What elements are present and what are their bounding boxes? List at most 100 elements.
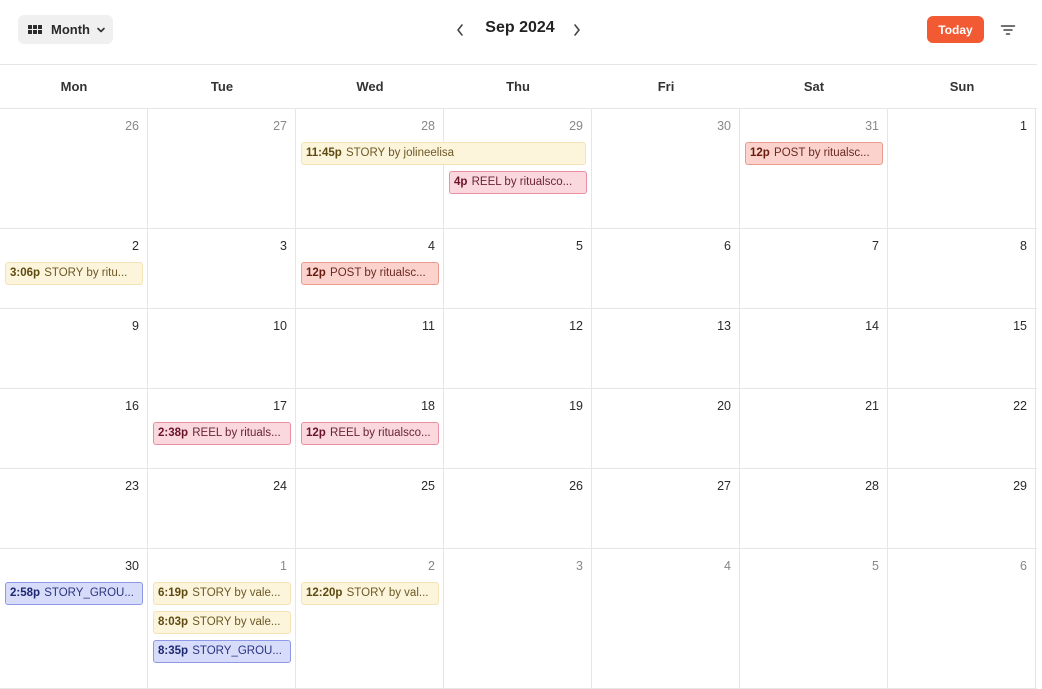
day-cell[interactable]: 30 2:58p STORY_GROU... [0,549,148,688]
event-time: 11:45p [306,147,342,159]
day-cell[interactable]: 5 [740,549,888,688]
day-cell[interactable]: 14 [740,309,888,388]
calendar-event-story[interactable]: 3:06p STORY by ritu... [5,262,143,285]
event-time: 3:06p [10,267,41,279]
previous-month-button[interactable] [452,19,468,41]
day-cell[interactable]: 20 [592,389,740,468]
day-cell[interactable]: 6 [888,549,1036,688]
day-cell[interactable]: 3 [444,549,592,688]
day-cell[interactable]: 4 [592,549,740,688]
day-number: 28 [421,119,435,133]
day-cell[interactable]: 17 2:38p REEL by rituals... [148,389,296,468]
day-cell[interactable]: 1 6:19p STORY by vale... 8:03p STORY by va… [148,549,296,688]
calendar-event-reel[interactable]: 2:38p REEL by rituals... [153,422,291,445]
day-number: 27 [273,119,287,133]
day-cell[interactable]: 26 [0,109,148,228]
weekday-header: Mon [60,79,88,94]
day-cell[interactable]: 16 [0,389,148,468]
day-cell[interactable]: 21 [740,389,888,468]
day-cell[interactable]: 8 [888,229,1036,308]
calendar-event-story[interactable]: 6:19p STORY by vale... [153,582,291,605]
day-cell[interactable]: 31 12p POST by ritualsc... [740,109,888,228]
day-cell[interactable]: 5 [444,229,592,308]
week-row: 23 24 25 26 27 28 29 [0,469,1037,549]
day-cell[interactable]: 30 [592,109,740,228]
day-cell[interactable]: 15 [888,309,1036,388]
day-cell[interactable]: 28 11:45p STORY by jolineelisa [296,109,586,228]
day-number: 5 [872,559,879,573]
day-cell[interactable]: 12 [444,309,592,388]
day-number: 31 [865,119,879,133]
day-cell[interactable]: 29 4p REEL by ritualsco... [444,109,592,228]
day-cell[interactable]: 6 [592,229,740,308]
day-cell[interactable]: 13 [592,309,740,388]
day-cell[interactable]: 27 [592,469,740,548]
day-cell[interactable]: 27 [148,109,296,228]
day-number: 6 [1020,559,1027,573]
next-month-button[interactable] [569,19,585,41]
month-grid: Mon Tue Wed Thu Fri Sat Sun 26 27 28 11:45p STORY… [0,64,1037,689]
calendar-toolbar: Month Sep 2024 Today [0,0,1042,64]
day-cell[interactable]: 23 [0,469,148,548]
event-time: 12p [750,147,770,159]
chevron-left-icon [457,24,463,36]
calendar-event-post[interactable]: 12p POST by ritualsc... [745,142,883,165]
day-cell[interactable]: 22 [888,389,1036,468]
event-title: STORY by vale... [192,587,281,599]
day-number: 12 [569,319,583,333]
day-cell[interactable]: 29 [888,469,1036,548]
day-number: 19 [569,399,583,413]
day-cell[interactable]: 2 3:06p STORY by ritu... [0,229,148,308]
calendar-event-post[interactable]: 12p POST by ritualsc... [301,262,439,285]
day-number: 2 [132,239,139,253]
calendar-event-group[interactable]: 8:35p STORY_GROU... [153,640,291,663]
day-cell[interactable]: 4 12p POST by ritualsc... [296,229,444,308]
event-title: POST by ritualsc... [330,267,426,279]
day-cell[interactable]: 11 [296,309,444,388]
calendar-event-story[interactable]: 12:20p STORY by val... [301,582,439,605]
today-button[interactable]: Today [927,16,984,43]
calendar-event-group[interactable]: 2:58p STORY_GROU... [5,582,143,605]
day-number: 30 [125,559,139,573]
day-number: 28 [865,479,879,493]
day-number: 1 [280,559,287,573]
event-time: 8:35p [158,645,189,657]
month-title: Sep 2024 [485,19,555,36]
day-cell[interactable]: 25 [296,469,444,548]
day-cell[interactable]: 28 [740,469,888,548]
calendar-event-reel[interactable]: 12p REEL by ritualsco... [301,422,439,445]
day-cell[interactable]: 1 [888,109,1036,228]
grid-icon [28,25,42,34]
day-cell[interactable]: 24 [148,469,296,548]
event-time: 2:58p [10,587,41,599]
filter-button[interactable] [998,20,1018,40]
day-number: 24 [273,479,287,493]
day-cell[interactable]: 3 [148,229,296,308]
view-mode-dropdown[interactable]: Month [18,15,113,44]
event-time: 8:03p [158,616,189,628]
day-number: 1 [1020,119,1027,133]
day-cell[interactable]: 9 [0,309,148,388]
weekday-header: Fri [657,79,675,94]
calendar-event-reel[interactable]: 4p REEL by ritualsco... [449,171,587,194]
view-mode-label: Month [51,22,90,37]
day-cell[interactable]: 26 [444,469,592,548]
day-number: 21 [865,399,879,413]
weekday-header-row: Mon Tue Wed Thu Fri Sat Sun [0,64,1037,109]
day-cell[interactable]: 18 12p REEL by ritualsco... [296,389,444,468]
day-cell[interactable]: 2 12:20p STORY by val... [296,549,444,688]
day-cell[interactable]: 10 [148,309,296,388]
day-number: 30 [717,119,731,133]
event-time: 12:20p [306,587,343,599]
day-number: 20 [717,399,731,413]
day-number: 16 [125,399,139,413]
day-cell[interactable]: 19 [444,389,592,468]
day-number: 14 [865,319,879,333]
weekday-header: Sat [803,79,825,94]
calendar-event-story[interactable]: 8:03p STORY by vale... [153,611,291,634]
day-cell[interactable]: 7 [740,229,888,308]
event-title: STORY_GROU... [44,587,134,599]
chevron-down-icon [96,25,106,35]
event-title: STORY by vale... [192,616,281,628]
day-number: 5 [576,239,583,253]
